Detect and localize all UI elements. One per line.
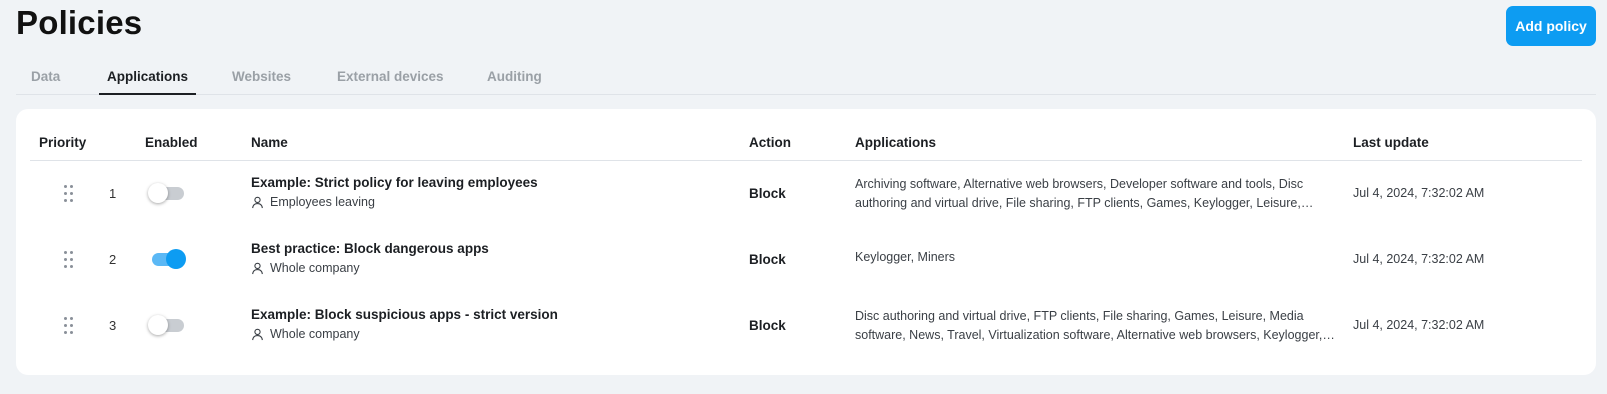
policy-name[interactable]: Example: Strict policy for leaving emplo… (251, 175, 538, 190)
enabled-toggle[interactable] (148, 315, 184, 337)
add-policy-button[interactable]: Add policy (1506, 6, 1596, 46)
priority-value: 2 (109, 252, 117, 267)
enabled-toggle[interactable] (148, 183, 184, 205)
column-header-action[interactable]: Action (749, 135, 791, 150)
action-value: Block (749, 252, 786, 267)
tab-external-devices[interactable]: External devices (337, 69, 444, 93)
toggle-knob (148, 183, 168, 203)
priority-value: 1 (109, 186, 117, 201)
toggle-knob (166, 249, 186, 269)
column-header-last-update[interactable]: Last update (1353, 135, 1429, 150)
drag-handle-icon[interactable] (64, 251, 74, 269)
drag-handle-icon[interactable] (64, 185, 74, 203)
tab-websites[interactable]: Websites (232, 69, 291, 93)
policy-name[interactable]: Best practice: Block dangerous apps (251, 241, 489, 256)
table-row[interactable]: 1 Example: Strict policy for leaving emp… (16, 161, 1596, 227)
scope-label: Whole company (270, 261, 360, 275)
user-icon (252, 328, 263, 340)
user-icon (252, 196, 263, 208)
enabled-toggle[interactable] (152, 249, 186, 271)
column-header-enabled[interactable]: Enabled (145, 135, 198, 150)
table-row[interactable]: 3 Example: Block suspicious apps - stric… (16, 293, 1596, 359)
tab-bar: Data Applications Websites External devi… (16, 64, 1596, 95)
policy-scope: Employees leaving (251, 195, 375, 209)
policy-scope: Whole company (251, 261, 360, 275)
table-row[interactable]: 2 Best practice: Block dangerous apps Wh… (16, 227, 1596, 293)
column-header-priority[interactable]: Priority (39, 135, 86, 150)
action-value: Block (749, 318, 786, 333)
priority-value: 3 (109, 318, 117, 333)
tab-applications[interactable]: Applications (98, 69, 197, 95)
action-value: Block (749, 186, 786, 201)
policy-name[interactable]: Example: Block suspicious apps - strict … (251, 307, 558, 322)
last-update-value: Jul 4, 2024, 7:32:02 AM (1353, 318, 1485, 332)
user-icon (252, 262, 263, 274)
last-update-value: Jul 4, 2024, 7:32:02 AM (1353, 252, 1485, 266)
applications-list: Archiving software, Alternative web brow… (855, 177, 1304, 210)
column-header-applications[interactable]: Applications (855, 135, 936, 150)
applications-list: Disc authoring and virtual drive, FTP cl… (855, 309, 1323, 342)
drag-handle-icon[interactable] (64, 317, 74, 335)
policy-scope: Whole company (251, 327, 360, 341)
applications-list: Keylogger, Miners (855, 250, 956, 264)
last-update-value: Jul 4, 2024, 7:32:02 AM (1353, 186, 1485, 200)
toggle-knob (148, 315, 168, 335)
tab-data[interactable]: Data (31, 69, 60, 93)
table-header: Priority Enabled Name Action Application… (30, 109, 1582, 161)
tab-auditing[interactable]: Auditing (487, 69, 542, 93)
column-header-name[interactable]: Name (251, 135, 288, 150)
scope-label: Employees leaving (270, 195, 375, 209)
scope-label: Whole company (270, 327, 360, 341)
page-title: Policies (16, 4, 143, 41)
policies-table: Priority Enabled Name Action Application… (16, 109, 1596, 375)
